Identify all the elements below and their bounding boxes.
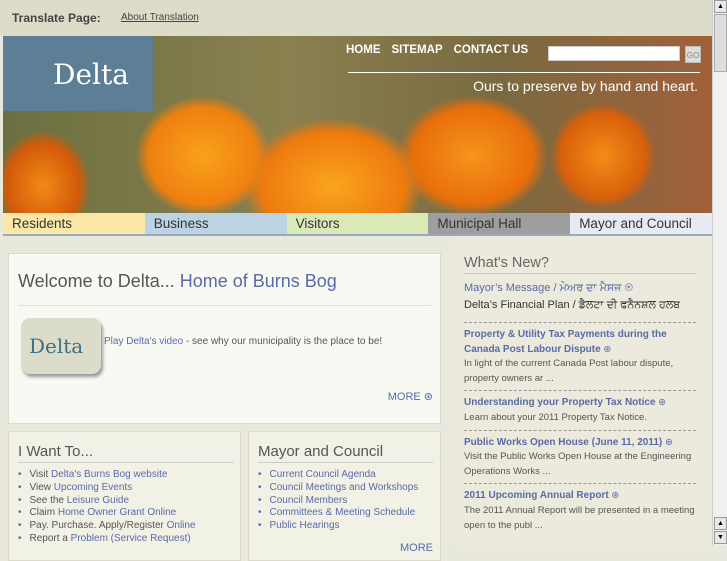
tab-municipal-hall[interactable]: Municipal Hall: [428, 213, 571, 236]
news-title-link[interactable]: Property & Utility Tax Payments during t…: [464, 329, 667, 355]
tab-mayor-council[interactable]: Mayor and Council: [570, 213, 712, 236]
item-prefix: Pay. Purchase. Apply/Register: [29, 520, 167, 532]
welcome-more-link[interactable]: MORE ⊛: [388, 390, 433, 403]
play-video-link[interactable]: Play Delta's video: [104, 336, 183, 347]
arrow-circle-icon: ⊛: [603, 343, 612, 355]
council-link[interactable]: Council Members: [270, 495, 348, 506]
top-nav: HOME SITEMAP CONTACT US: [346, 44, 528, 56]
news-item: Understanding your Property Tax Notice ⊛…: [464, 390, 696, 429]
arrow-circle-icon: ⊛: [624, 282, 633, 294]
council-item: Council Meetings and Workshops: [258, 482, 440, 495]
mayor-council-panel: Mayor and Council Current Council Agenda…: [248, 431, 441, 561]
featured-links: Mayor’s Message / ਮੇਅਰ ਦਾ ਮੈਸਜ ⊛ Delta’s…: [464, 280, 712, 314]
i-want-item: Report a Problem (Service Request): [18, 533, 240, 546]
nav-sitemap[interactable]: SITEMAP: [392, 44, 443, 56]
tab-visitors[interactable]: Visitors: [286, 213, 429, 236]
i-want-item: See the Leisure Guide: [18, 495, 240, 508]
divider: [18, 305, 431, 306]
council-item: Current Council Agenda: [258, 469, 440, 482]
item-prefix: Report a: [29, 532, 71, 544]
i-want-item: Visit Delta's Burns Bog website: [18, 469, 240, 482]
scroll-up-button[interactable]: ▲: [714, 0, 727, 13]
item-prefix: Claim: [29, 507, 58, 519]
go-button[interactable]: GO: [685, 46, 701, 63]
i-want-link[interactable]: Problem (Service Request): [71, 533, 191, 544]
inner-scroll-up-button[interactable]: ▲: [714, 517, 727, 530]
arrow-circle-icon: ⊛: [423, 391, 433, 403]
divider: [348, 72, 700, 73]
i-want-link[interactable]: Online: [167, 520, 196, 531]
tab-residents[interactable]: Residents: [3, 213, 145, 236]
video-description: - see why our municipality is the place …: [183, 336, 383, 347]
burns-bog-link[interactable]: Home of Burns Bog: [180, 271, 337, 291]
video-text: Play Delta's video - see why our municip…: [104, 336, 382, 347]
item-prefix: Visit: [29, 469, 52, 480]
i-want-item: View Upcoming Events: [18, 482, 240, 495]
welcome-panel: Welcome to Delta... Home of Burns Bog De…: [8, 253, 441, 424]
i-want-to-panel: I Want To... Visit Delta's Burns Bog web…: [8, 431, 241, 561]
news-description: Visit the Public Works Open House at the…: [464, 451, 692, 477]
nav-contact-us[interactable]: CONTACT US: [454, 44, 529, 56]
scrollbar-thumb[interactable]: [714, 14, 727, 72]
video-thumbnail[interactable]: Delta: [21, 318, 101, 374]
nav-home[interactable]: HOME: [346, 44, 381, 56]
translate-label: Translate Page:: [12, 11, 101, 25]
arrow-circle-icon: ⊛: [658, 397, 667, 409]
arrow-circle-icon: ⊛: [611, 490, 620, 502]
council-link[interactable]: Council Meetings and Workshops: [270, 482, 419, 493]
council-link[interactable]: Committees & Meeting Schedule: [270, 507, 416, 518]
inner-scroll-down-button[interactable]: ▼: [714, 531, 727, 544]
news-description: Learn about your 2011 Property Tax Notic…: [464, 411, 647, 423]
council-item: Council Members: [258, 495, 440, 508]
tab-business[interactable]: Business: [144, 213, 287, 236]
vertical-scrollbar[interactable]: ▲ ▲ ▼: [712, 0, 727, 545]
news-title-link[interactable]: 2011 Upcoming Annual Report: [464, 490, 609, 501]
arrow-circle-icon: ⊛: [664, 436, 673, 448]
more-label: MORE: [387, 391, 421, 403]
main-tabs: Residents Business Visitors Municipal Ha…: [3, 213, 712, 236]
council-item: Public Hearings: [258, 520, 440, 533]
whats-new-panel: What's New? Mayor’s Message / ਮੇਅਰ ਦਾ ਮੈ…: [455, 236, 712, 545]
i-want-link[interactable]: Home Owner Grant Online: [58, 507, 176, 518]
financial-plan-link[interactable]: Delta’s Financial Plan / ਡੈਲਟਾ ਦੀ ਫਨੈਨਸ਼…: [464, 299, 680, 311]
news-description: The 2011 Annual Report will be presented…: [464, 504, 695, 531]
i-want-item: Claim Home Owner Grant Online: [18, 507, 240, 520]
news-title-link[interactable]: Understanding your Property Tax Notice: [464, 397, 656, 408]
i-want-link[interactable]: Leisure Guide: [67, 495, 129, 506]
tagline: Ours to preserve by hand and heart.: [473, 78, 698, 94]
news-description: In light of the current Canada Post labo…: [464, 358, 674, 384]
council-link[interactable]: Current Council Agenda: [270, 469, 376, 480]
council-link[interactable]: Public Hearings: [270, 520, 340, 531]
mayors-message-link[interactable]: Mayor’s Message / ਮੇਅਰ ਦਾ ਮੈਸਜ: [464, 282, 621, 294]
delta-logo[interactable]: Delta: [3, 36, 153, 111]
news-item: Public Works Open House (June 11, 2011) …: [464, 429, 696, 484]
news-item: Property & Utility Tax Payments during t…: [464, 322, 696, 390]
whats-new-title: What's New?: [464, 255, 696, 274]
search-input[interactable]: [548, 46, 680, 61]
i-want-link[interactable]: Delta's Burns Bog website: [51, 469, 167, 480]
news-item: 2011 Upcoming Annual Report ⊛ The 2011 An…: [464, 483, 696, 537]
news-title-link[interactable]: Public Works Open House (June 11, 2011): [464, 437, 662, 448]
header-banner: Delta HOME SITEMAP CONTACT US GO Ours to…: [3, 36, 712, 213]
mayor-council-title: Mayor and Council: [258, 443, 433, 463]
i-want-item: Pay. Purchase. Apply/Register Online: [18, 520, 240, 533]
i-want-link[interactable]: Upcoming Events: [54, 482, 132, 493]
translate-bar: Translate Page: About Translation: [0, 0, 712, 36]
council-item: Committees & Meeting Schedule: [258, 507, 440, 520]
welcome-title-text: Welcome to Delta...: [18, 271, 180, 291]
item-prefix: See the: [29, 494, 67, 506]
i-want-to-title: I Want To...: [18, 443, 234, 463]
about-translation-link[interactable]: About Translation: [121, 12, 199, 23]
council-more-link[interactable]: MORE: [400, 542, 433, 554]
welcome-title: Welcome to Delta... Home of Burns Bog: [18, 271, 337, 292]
item-prefix: View: [29, 481, 54, 493]
